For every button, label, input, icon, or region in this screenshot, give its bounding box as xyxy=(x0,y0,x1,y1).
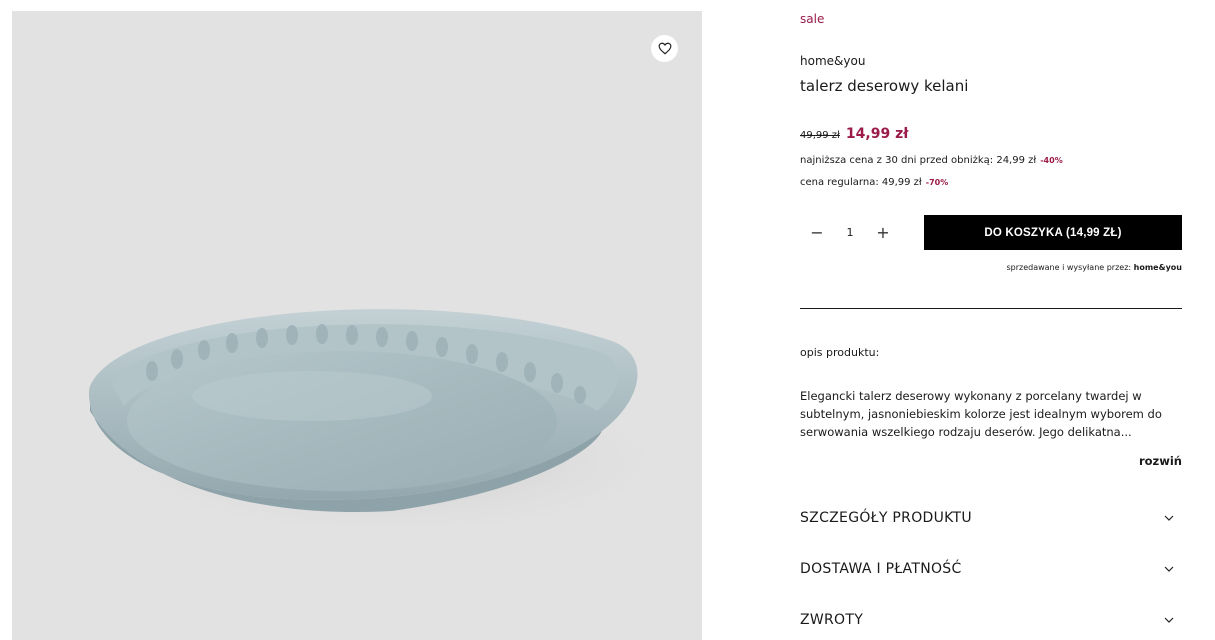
brand-name[interactable]: home&you xyxy=(800,54,865,68)
old-price: 49,99 zł xyxy=(800,130,840,141)
accordion-delivery-payment[interactable]: DOSTAWA I PŁATNOŚĆ xyxy=(800,557,1182,581)
chevron-down-icon xyxy=(1164,515,1174,521)
accordion-product-details[interactable]: SZCZEGÓŁY PRODUKTU xyxy=(800,506,1182,530)
add-to-wishlist-button[interactable] xyxy=(651,35,678,62)
lowest-price-label: najniższa cena z 30 dni przed obniżką: 2… xyxy=(800,155,1037,166)
chevron-down-icon xyxy=(1164,566,1174,572)
increase-quantity-button[interactable]: + xyxy=(866,215,900,250)
quantity-stepper: − 1 + xyxy=(800,215,900,250)
add-to-cart-button[interactable]: DO KOSZYKA (14,99 ZŁ) xyxy=(924,215,1182,250)
product-image-plate xyxy=(89,309,692,541)
description-heading: opis produktu: xyxy=(800,346,880,359)
seller-info: sprzedawane i wysyłane przez: home&you xyxy=(1006,263,1182,272)
accordion-label: DOSTAWA I PŁATNOŚĆ xyxy=(800,561,962,577)
lowest-price-discount: -40% xyxy=(1040,156,1063,165)
accordion-label: SZCZEGÓŁY PRODUKTU xyxy=(800,510,972,526)
expand-description-link[interactable]: rozwiń xyxy=(1139,454,1182,468)
current-price: 14,99 zł xyxy=(845,126,909,142)
heart-icon xyxy=(658,42,671,55)
accordion-returns[interactable]: ZWROTY xyxy=(800,608,1182,632)
sale-badge: sale xyxy=(800,12,825,26)
regular-price-info: cena regularna: 49,99 zł -70% xyxy=(800,177,948,188)
divider xyxy=(800,308,1182,309)
quantity-value[interactable]: 1 xyxy=(834,226,866,239)
description-text: Elegancki talerz deserowy wykonany z por… xyxy=(800,389,1162,439)
seller-prefix: sprzedawane i wysyłane przez: xyxy=(1006,263,1132,272)
product-title: talerz deserowy kelani xyxy=(800,77,969,95)
lowest-price-info: najniższa cena z 30 dni przed obniżką: 2… xyxy=(800,155,1063,166)
product-page: sale home&you talerz deserowy kelani 49,… xyxy=(0,0,1215,640)
decrease-quantity-button[interactable]: − xyxy=(800,215,834,250)
product-image-gallery[interactable] xyxy=(12,11,702,640)
price-row: 49,99 zł 14,99 zł xyxy=(800,126,908,142)
regular-price-discount: -70% xyxy=(925,178,949,187)
chevron-down-icon xyxy=(1164,617,1174,623)
seller-name[interactable]: home&you xyxy=(1134,263,1182,272)
product-details: sale home&you talerz deserowy kelani 49,… xyxy=(800,0,1182,640)
accordion-label: ZWROTY xyxy=(800,612,864,628)
regular-price-label: cena regularna: 49,99 zł xyxy=(800,177,922,188)
